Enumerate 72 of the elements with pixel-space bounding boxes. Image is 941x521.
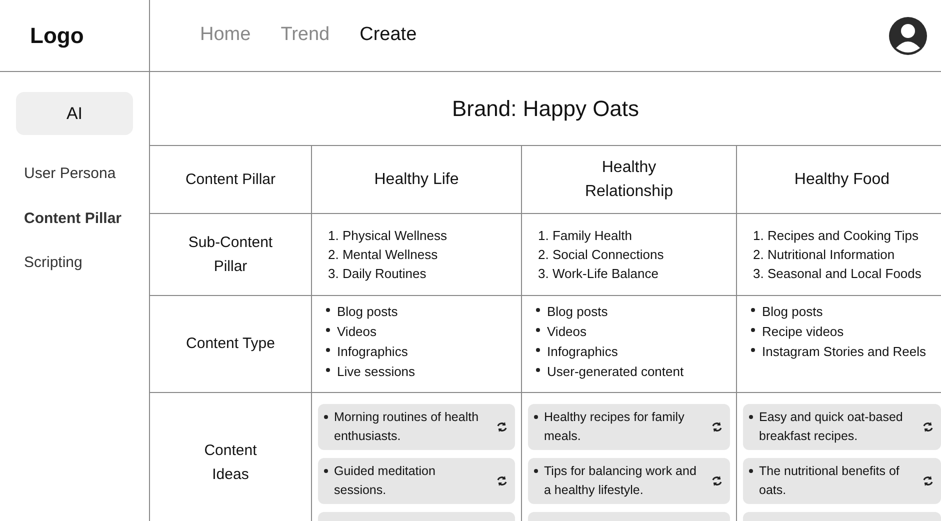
ai-button[interactable]: AI <box>16 92 133 135</box>
refresh-icon[interactable] <box>710 420 724 434</box>
content-type-item: Blog posts <box>547 303 609 321</box>
sub-pillar-item: 1. Family Health <box>538 228 633 244</box>
row-label: Content Ideas <box>203 441 258 485</box>
idea-text: Easy and quick oat-based breakfast recipes. <box>758 409 904 445</box>
refresh-icon[interactable] <box>495 474 509 488</box>
pillar-title: Healthy Life <box>374 170 459 190</box>
idea-card[interactable]: Easy and quick oat-based breakfast recipes. <box>743 404 941 450</box>
bullet-icon <box>534 469 538 473</box>
pillar-title: Healthy Relationship <box>584 158 674 202</box>
content-type-item: Live sessions <box>337 363 416 381</box>
row-label: Content Type <box>186 334 275 354</box>
content-type-item: Instagram Stories and Reels <box>762 343 928 361</box>
idea-text: Healthy recipes for family meals. <box>543 409 686 445</box>
nav-link[interactable]: Create <box>360 21 417 50</box>
bullet-icon <box>536 348 540 352</box>
bullet-icon <box>326 368 330 372</box>
idea-text: Morning routines of health enthusiasts. <box>333 409 480 445</box>
nav-link[interactable]: Home <box>200 21 251 50</box>
bullet-icon <box>751 348 755 352</box>
refresh-icon[interactable] <box>495 420 509 434</box>
idea-text: Tips for balancing work and a healthy lifestyle. <box>543 463 698 499</box>
content-type-item: Infographics <box>337 343 409 361</box>
pillar-title: Healthy Food <box>794 170 890 190</box>
idea-card[interactable]: The nutritional benefits of oats. <box>743 458 941 504</box>
refresh-icon[interactable] <box>921 474 935 488</box>
bullet-icon <box>534 415 538 419</box>
content-type-item: Infographics <box>547 343 619 361</box>
content-type-item: Videos <box>337 323 378 341</box>
user-avatar-icon[interactable] <box>889 16 927 54</box>
bullet-icon <box>536 328 540 332</box>
content-type-item: Recipe videos <box>762 323 845 341</box>
content-type-item: User-generated content <box>547 363 685 381</box>
sub-pillar-item: 3. Work-Life Balance <box>538 266 660 282</box>
bullet-icon <box>536 308 540 312</box>
bullet-icon <box>324 415 328 419</box>
bullet-icon <box>751 308 755 312</box>
sub-pillar-item: 3. Daily Routines <box>328 266 428 282</box>
sub-pillar-item: 1. Recipes and Cooking Tips <box>753 228 920 244</box>
logo[interactable]: Logo <box>30 19 84 52</box>
bullet-icon <box>536 368 540 372</box>
row-label: Content Pillar <box>185 170 276 190</box>
brand-title: Brand: Happy Oats <box>452 95 640 123</box>
content-type-item: Blog posts <box>762 303 824 321</box>
sub-pillar-item: 2. Nutritional Information <box>753 246 896 262</box>
nav-link[interactable]: Trend <box>280 21 330 50</box>
idea-card[interactable]: Tips for balancing work and a healthy lifestyle. <box>528 458 730 504</box>
idea-card[interactable]: Healthy recipes for family meals. <box>528 404 730 450</box>
sub-pillar-item: 3. Seasonal and Local Foods <box>753 266 922 282</box>
idea-text: Guided meditation sessions. <box>333 463 436 499</box>
idea-card[interactable]: Guided meditation sessions. <box>318 458 515 504</box>
bullet-icon <box>749 415 753 419</box>
sidebar-item[interactable]: Content Pillar <box>24 208 133 230</box>
bullet-icon <box>326 348 330 352</box>
row-label: Sub-Content Pillar <box>187 232 274 276</box>
bullet-icon <box>749 469 753 473</box>
bullet-icon <box>326 328 330 332</box>
sidebar-item[interactable]: User Persona <box>24 163 133 186</box>
bullet-icon <box>324 469 328 473</box>
bullet-icon <box>751 328 755 332</box>
idea-text: The nutritional benefits of oats. <box>758 463 900 499</box>
content-type-item: Blog posts <box>337 303 399 321</box>
bullet-icon <box>326 308 330 312</box>
sub-pillar-item: 2. Mental Wellness <box>328 246 439 262</box>
refresh-icon[interactable] <box>710 474 724 488</box>
content-type-item: Videos <box>547 323 588 341</box>
idea-card[interactable]: Morning routines of health enthusiasts. <box>318 404 515 450</box>
sub-pillar-item: 1. Physical Wellness <box>328 228 448 244</box>
sub-pillar-item: 2. Social Connections <box>538 246 665 262</box>
refresh-icon[interactable] <box>921 420 935 434</box>
sidebar-item[interactable]: Scripting <box>24 252 133 274</box>
